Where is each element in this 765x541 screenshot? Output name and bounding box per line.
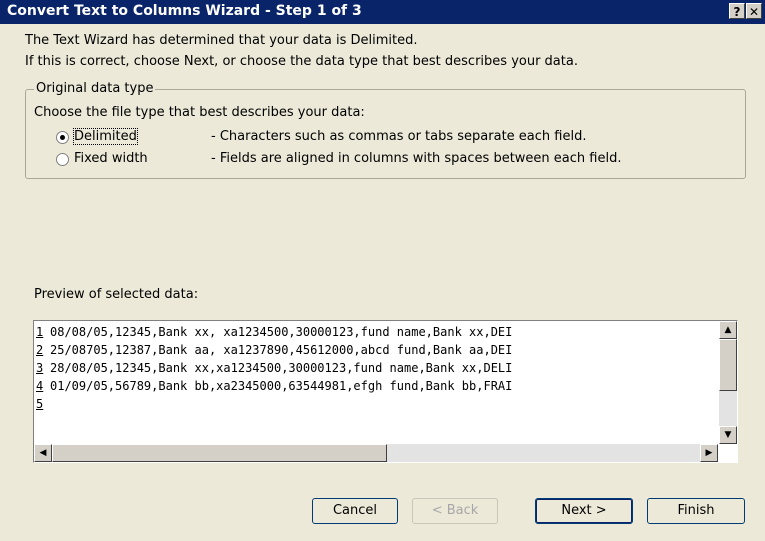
- horizontal-scrollbar[interactable]: ◀ ▶: [34, 444, 718, 462]
- next-label: Next >: [561, 503, 607, 518]
- row-number: 2: [36, 343, 44, 357]
- file-type-prompt: Choose the file type that best describes…: [34, 105, 365, 120]
- intro-line-1: The Text Wizard has determined that your…: [25, 33, 418, 48]
- window-title: Convert Text to Columns Wizard - Step 1 …: [7, 3, 362, 19]
- close-button[interactable]: ✕: [746, 3, 762, 19]
- help-icon: ?: [733, 5, 741, 19]
- radio-selected-dot: [60, 135, 65, 140]
- radio-description-fixed-width: - Fields are aligned in columns with spa…: [211, 151, 622, 166]
- scroll-left-button[interactable]: ◀: [34, 444, 52, 462]
- row-text: 28/08/05,12345,Bank xx,xa1234500,3000012…: [50, 361, 513, 375]
- arrow-right-icon: ▶: [705, 448, 713, 458]
- arrow-left-icon: ◀: [39, 448, 47, 458]
- row-number: 1: [36, 325, 44, 339]
- row-number: 5: [36, 397, 44, 411]
- back-label: < Back: [431, 503, 479, 518]
- dialog-body: The Text Wizard has determined that your…: [0, 24, 765, 541]
- finish-button[interactable]: Finish: [647, 498, 745, 524]
- preview-row: 5: [36, 395, 50, 413]
- scroll-up-button[interactable]: ▲: [719, 321, 737, 339]
- radio-button-fixed-width[interactable]: [56, 153, 69, 166]
- radio-label-delimited[interactable]: Delimited: [73, 128, 138, 145]
- next-button[interactable]: Next >: [535, 498, 633, 524]
- back-button[interactable]: < Back: [412, 498, 498, 524]
- radio-label-fixed-width[interactable]: Fixed width: [74, 151, 148, 166]
- scroll-right-button[interactable]: ▶: [700, 444, 718, 462]
- cancel-label: Cancel: [332, 503, 378, 518]
- row-text: 08/08/05,12345,Bank xx, xa1234500,300001…: [50, 325, 513, 339]
- scroll-down-button[interactable]: ▼: [719, 426, 737, 444]
- preview-row: 1 08/08/05,12345,Bank xx, xa1234500,30000…: [36, 323, 512, 341]
- row-text: 25/08705,12387,Bank aa, xa1237890,456120…: [50, 343, 513, 357]
- arrow-down-icon: ▼: [724, 430, 732, 440]
- preview-row: 3 28/08/05,12345,Bank xx,xa1234500,300001…: [36, 359, 512, 377]
- finish-label: Finish: [677, 503, 715, 518]
- data-preview[interactable]: 1 08/08/05,12345,Bank xx, xa1234500,30000…: [33, 320, 738, 463]
- group-legend: Original data type: [34, 81, 156, 96]
- row-number: 3: [36, 361, 44, 375]
- arrow-up-icon: ▲: [724, 325, 732, 335]
- vertical-scroll-thumb[interactable]: [719, 339, 737, 391]
- radio-button-delimited[interactable]: [56, 131, 69, 144]
- title-bar: Convert Text to Columns Wizard - Step 1 …: [0, 0, 765, 24]
- close-icon: ✕: [748, 5, 760, 19]
- preview-row: 4 01/09/05,56789,Bank bb,xa2345000,635449…: [36, 377, 512, 395]
- preview-label: Preview of selected data:: [34, 287, 199, 302]
- vertical-scrollbar[interactable]: ▲ ▼: [719, 321, 737, 444]
- radio-description-delimited: - Characters such as commas or tabs sepa…: [211, 129, 587, 144]
- original-data-type-group: Original data type Choose the file type …: [25, 81, 746, 179]
- row-number: 4: [36, 379, 44, 393]
- horizontal-scroll-thumb[interactable]: [52, 444, 387, 462]
- preview-row: 2 25/08705,12387,Bank aa, xa1237890,45612…: [36, 341, 512, 359]
- intro-line-2: If this is correct, choose Next, or choo…: [25, 54, 578, 69]
- preview-content: 1 08/08/05,12345,Bank xx, xa1234500,30000…: [34, 321, 718, 440]
- cancel-button[interactable]: Cancel: [312, 498, 398, 524]
- row-text: 01/09/05,56789,Bank bb,xa2345000,6354498…: [50, 379, 513, 393]
- help-button[interactable]: ?: [729, 3, 745, 19]
